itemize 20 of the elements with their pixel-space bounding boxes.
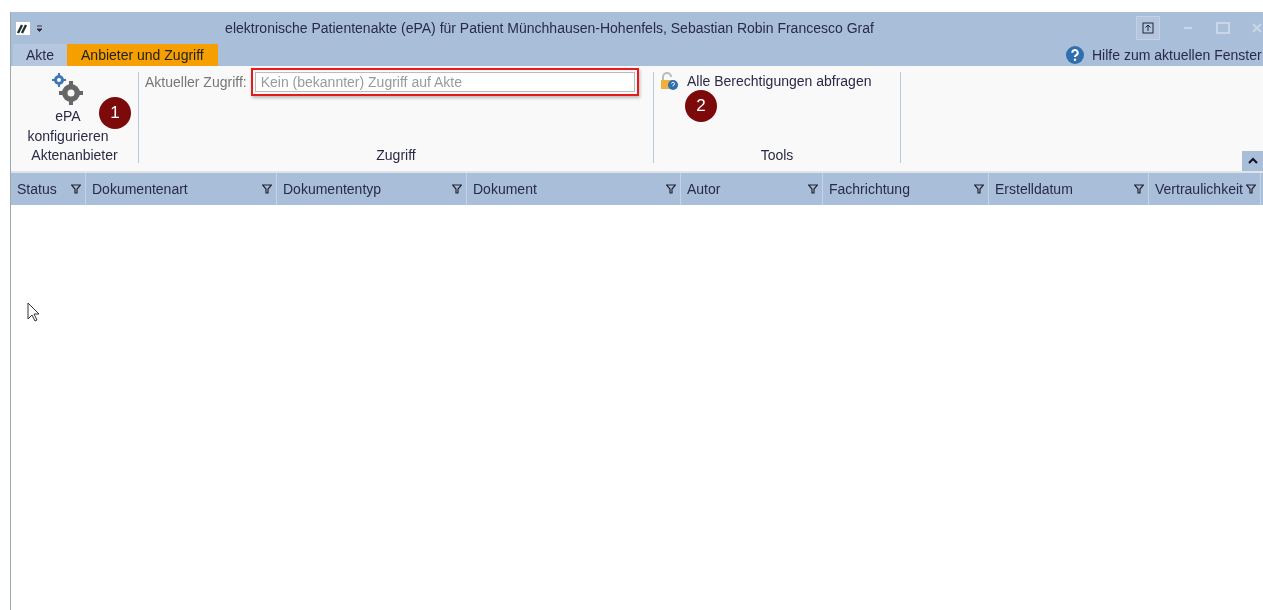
column-title: Dokumentenart	[92, 181, 188, 197]
column-title: Dokumententyp	[283, 181, 382, 197]
help-link[interactable]: Hilfe zum aktuellen Fenster	[1092, 47, 1262, 63]
window-title: elektronische Patientenakte (ePA) für Patient Münchhausen-Hohenfels, Sebastian Robin Francesco Graf	[224, 20, 875, 36]
column-title: Autor	[687, 181, 721, 197]
access-field[interactable]: Kein (bekannter) Zugriff auf Akte	[254, 72, 635, 92]
column-title: Status	[17, 181, 57, 197]
query-permissions-button[interactable]: Alle Berechtigungen abfragen	[660, 72, 872, 90]
callout-marker: 2	[685, 90, 717, 122]
field-label: Aktueller Zugriff:	[145, 74, 247, 90]
group-caption: Aktenanbieter	[31, 147, 118, 163]
ribbon-tab[interactable]: Anbieter und Zugriff	[67, 44, 218, 66]
column-title: Vertraulichkeit	[1155, 181, 1243, 197]
group-caption: Zugriff	[376, 147, 416, 163]
column-title: Dokument	[473, 181, 537, 197]
callout-marker: 1	[99, 97, 131, 129]
column-title: Erstelldatum	[995, 181, 1073, 197]
ribbon-tab[interactable]: Akte	[13, 44, 67, 66]
column-title: Fachrichtung	[829, 181, 910, 197]
group-caption: Tools	[760, 147, 794, 163]
